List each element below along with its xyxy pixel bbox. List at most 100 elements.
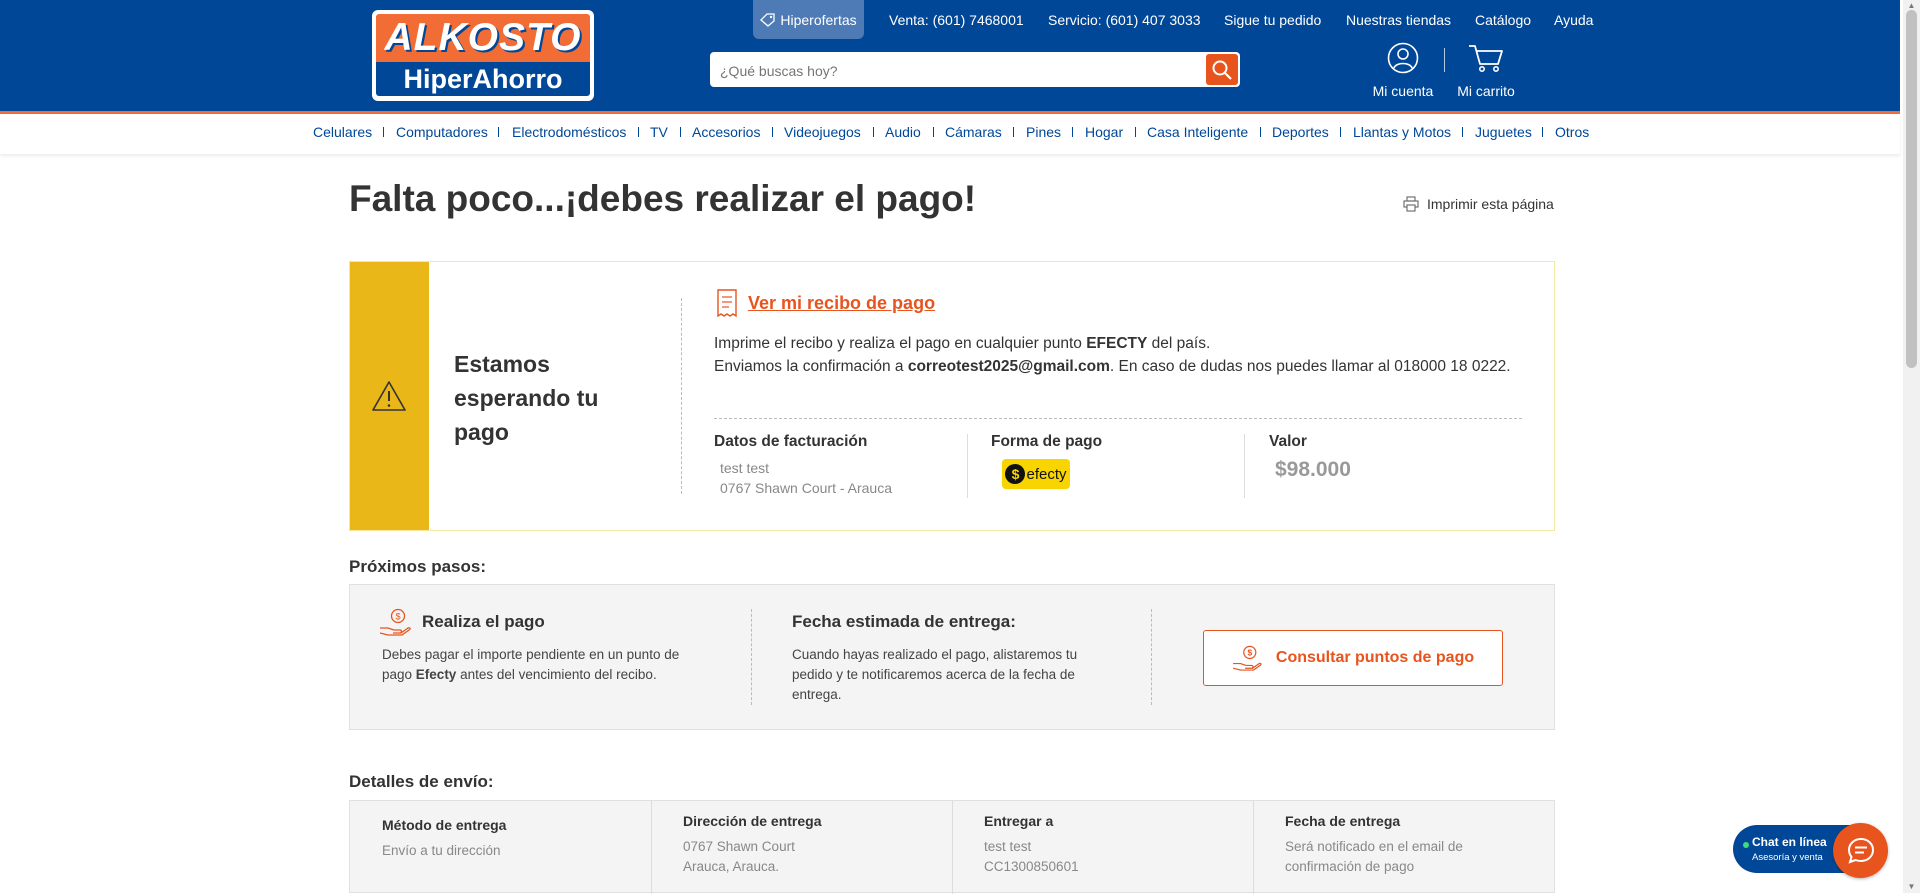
- link-nuestras-tiendas[interactable]: Nuestras tiendas: [1346, 0, 1451, 39]
- category-computadores[interactable]: Computadores: [396, 114, 488, 150]
- shipping-method-value: Envío a tu dirección: [382, 843, 501, 858]
- link-sigue-tu-pedido[interactable]: Sigue tu pedido: [1224, 0, 1321, 39]
- billing-details: test test 0767 Shawn Court - Arauca: [720, 458, 892, 498]
- category-separator: [772, 127, 773, 137]
- category-llantas-y-motos[interactable]: Llantas y Motos: [1353, 114, 1451, 150]
- svg-text:$: $: [1247, 648, 1252, 658]
- payment-status-box: Estamos esperando tu pago Ver mi recibo …: [349, 261, 1555, 531]
- shipping-method-title: Método de entrega: [382, 817, 507, 833]
- consult-payment-points-button[interactable]: $ Consultar puntos de pago: [1203, 630, 1503, 686]
- cart-label: Mi carrito: [1457, 83, 1515, 99]
- category-separator: [933, 127, 934, 137]
- cart-icon: [1469, 45, 1503, 72]
- instructions-text: . En caso de dudas nos puedes llamar al …: [1109, 358, 1511, 375]
- svg-text:$: $: [395, 612, 400, 622]
- search-input[interactable]: [718, 52, 1202, 89]
- instructions-text: del país.: [1147, 335, 1211, 352]
- shipping-address-title: Dirección de entrega: [683, 813, 822, 829]
- chat-online-dot: [1743, 842, 1749, 848]
- value-title: Valor: [1269, 433, 1307, 450]
- venta-phone[interactable]: Venta: (601) 7468001: [889, 0, 1024, 39]
- category-separator: [680, 127, 681, 137]
- instructions-text: Imprime el recibo y realiza el pago en c…: [714, 335, 1087, 352]
- category-videojuegos[interactable]: Videojuegos: [784, 114, 861, 150]
- category-separator: [1462, 127, 1463, 137]
- hiperofertas-link[interactable]: Hiperofertas: [753, 0, 864, 39]
- alkosto-logo[interactable]: ALKOSTO HiperAhorro: [372, 10, 594, 101]
- pay-step-text: Debes pagar el importe pendiente en un p…: [382, 645, 702, 685]
- category-nav: Celulares Computadores Electrodomésticos…: [0, 114, 1900, 154]
- category-audio[interactable]: Audio: [885, 114, 921, 150]
- pay-step-text-part: antes del vencimiento del recibo.: [456, 667, 657, 682]
- category-otros[interactable]: Otros: [1555, 114, 1589, 150]
- view-receipt-label: Ver mi recibo de pago: [748, 292, 936, 313]
- category-juguetes[interactable]: Juguetes: [1475, 114, 1532, 150]
- hiperofertas-label: Hiperofertas: [780, 11, 857, 28]
- column-divider: [967, 434, 968, 498]
- category-pines[interactable]: Pines: [1026, 114, 1061, 150]
- category-hogar[interactable]: Hogar: [1085, 114, 1123, 150]
- user-icon: [1387, 42, 1419, 74]
- top-header: ALKOSTO HiperAhorro Hiperofertas Venta: …: [0, 0, 1900, 111]
- category-deportes[interactable]: Deportes: [1272, 114, 1329, 150]
- dashed-divider: [681, 298, 682, 494]
- category-separator: [1260, 127, 1261, 137]
- logo-top-text: ALKOSTO: [376, 14, 590, 62]
- efecty-logo-mark: $: [1005, 464, 1026, 484]
- billing-address: 0767 Shawn Court - Arauca: [720, 480, 892, 496]
- category-camaras[interactable]: Cámaras: [945, 114, 1002, 150]
- chat-widget[interactable]: Chat en línea Asesoría y venta: [1733, 823, 1888, 878]
- order-value: $98.000: [1275, 458, 1351, 481]
- category-separator: [1013, 127, 1014, 137]
- category-celulares[interactable]: Celulares: [313, 114, 372, 150]
- shipping-method-column: Método de entrega Envío a tu dirección: [350, 801, 652, 894]
- page-title: Falta poco...¡debes realizar el pago!: [349, 178, 977, 219]
- chat-bubble-icon: [1847, 837, 1874, 864]
- category-separator: [873, 127, 874, 137]
- print-page-link[interactable]: Imprimir esta página: [1403, 196, 1554, 212]
- instructions-line-2: Enviamos la confirmación a correotest202…: [714, 355, 1514, 378]
- chat-button[interactable]: [1833, 823, 1888, 878]
- header-divider: [1444, 48, 1445, 72]
- category-tv[interactable]: TV: [650, 114, 668, 150]
- waiting-payment-title: Estamos esperando tu pago: [454, 351, 599, 445]
- deliver-to-title: Entregar a: [984, 813, 1054, 829]
- instructions-line-1: Imprime el recibo y realiza el pago en c…: [714, 332, 1514, 355]
- category-casa-inteligente[interactable]: Casa Inteligente: [1147, 114, 1248, 150]
- scrollbar-thumb[interactable]: [1906, 10, 1917, 368]
- servicio-phone[interactable]: Servicio: (601) 407 3033: [1048, 0, 1201, 39]
- category-electrodomesticos[interactable]: Electrodomésticos: [512, 114, 626, 150]
- shipping-details-title: Detalles de envío:: [349, 772, 494, 791]
- link-catalogo[interactable]: Catálogo: [1475, 0, 1531, 39]
- link-ayuda[interactable]: Ayuda: [1554, 0, 1593, 39]
- cart-link[interactable]: Mi carrito: [1455, 42, 1517, 99]
- category-accesorios[interactable]: Accesorios: [692, 114, 760, 150]
- scroll-down-arrow-icon[interactable]: ▼: [1906, 882, 1917, 891]
- chat-subtitle: Asesoría y venta: [1752, 852, 1823, 863]
- chat-title: Chat en línea: [1752, 835, 1827, 849]
- shipping-address-value: 0767 Shawn Court Arauca, Arauca.: [683, 837, 795, 877]
- scroll-up-arrow-icon[interactable]: ▲: [1906, 1, 1917, 10]
- dashed-divider: [1151, 609, 1152, 705]
- hand-money-icon: $: [379, 608, 411, 636]
- next-steps-title: Próximos pasos:: [349, 557, 486, 576]
- delivery-step-text: Cuando hayas realizado el pago, alistare…: [792, 647, 1078, 702]
- category-separator: [1340, 127, 1341, 137]
- shipping-details-box: Método de entrega Envío a tu dirección D…: [349, 800, 1555, 894]
- category-separator: [1072, 127, 1073, 137]
- delivery-date-column: Fecha de entrega Será notificado en el e…: [1253, 801, 1554, 894]
- payment-method-title: Forma de pago: [991, 433, 1103, 450]
- view-receipt-link[interactable]: Ver mi recibo de pago: [714, 288, 935, 318]
- efecty-logo-text: efecty: [1026, 465, 1067, 483]
- consult-payment-points-label: Consultar puntos de pago: [1275, 649, 1475, 666]
- logo-bottom-text: HiperAhorro: [376, 62, 590, 96]
- deliver-to-name: test test: [984, 839, 1032, 854]
- pay-step-efecty: Efecty: [415, 667, 457, 682]
- tag-icon: [760, 12, 776, 27]
- search-icon: [1212, 60, 1232, 80]
- pay-step-title: Realiza el pago: [422, 612, 545, 631]
- search-button[interactable]: [1206, 54, 1238, 85]
- deliver-to-id: CC1300850601: [984, 859, 1079, 874]
- search-bar: [710, 52, 1240, 89]
- account-link[interactable]: Mi cuenta: [1372, 42, 1434, 99]
